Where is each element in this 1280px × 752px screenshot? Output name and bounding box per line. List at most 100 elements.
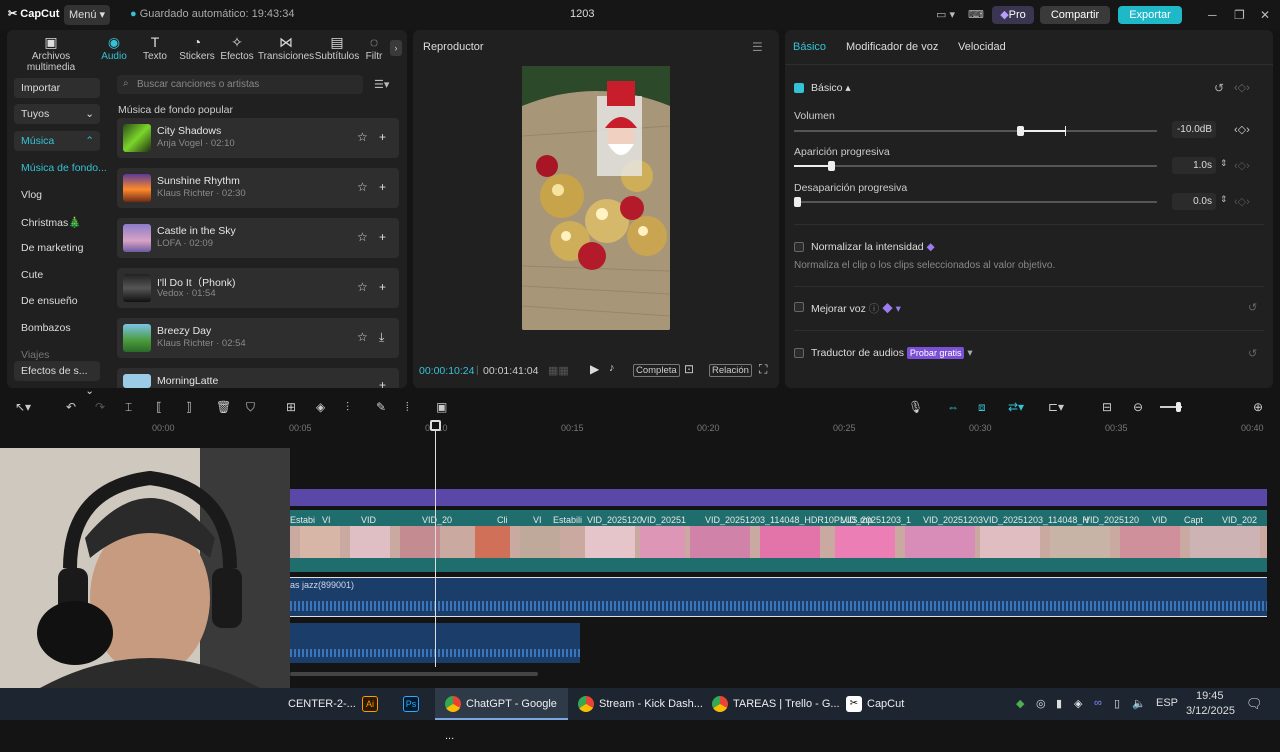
- delete-icon[interactable]: 🗑: [216, 400, 231, 414]
- zoom-in-icon[interactable]: ⊕: [1253, 400, 1263, 414]
- download-icon[interactable]: ⤓: [379, 330, 384, 345]
- fade-in-knob[interactable]: [828, 161, 835, 171]
- export-button[interactable]: Exportar: [1118, 6, 1182, 24]
- crop-icon[interactable]: ⊞: [286, 400, 296, 414]
- layout-icon[interactable]: ▭ ▾: [936, 8, 955, 21]
- preview-axis-icon[interactable]: ⊏▾: [1048, 400, 1064, 414]
- add-icon[interactable]: +: [379, 230, 386, 244]
- stepper-icon[interactable]: ⇕: [1220, 158, 1228, 169]
- video-preview[interactable]: [522, 66, 670, 330]
- shield-icon[interactable]: ⛉: [246, 400, 255, 415]
- select-tool-icon[interactable]: ↖▾: [15, 400, 31, 414]
- notification-icon[interactable]: 🗨: [1246, 696, 1263, 712]
- keyboard-icon[interactable]: ⌨: [968, 8, 984, 21]
- song-item[interactable]: Sunshine Rhythm Klaus Richter · 02:30 ☆ …: [117, 168, 399, 208]
- tab-text[interactable]: T Texto: [131, 34, 179, 62]
- keyframe-icon[interactable]: ‹◇›: [1234, 195, 1250, 208]
- import-button[interactable]: Importar: [14, 78, 100, 98]
- fade-in-value[interactable]: 1.0s: [1172, 157, 1216, 174]
- close-icon[interactable]: ✕: [1260, 8, 1270, 22]
- add-icon[interactable]: +: [379, 180, 386, 194]
- fit-icon[interactable]: ⊟: [1102, 400, 1112, 414]
- volume-slider[interactable]: [794, 126, 1157, 136]
- tab-basic[interactable]: Básico: [793, 41, 826, 53]
- play-icon[interactable]: ▶: [590, 362, 599, 376]
- speaker-icon[interactable]: 🔈: [1132, 697, 1146, 710]
- song-item[interactable]: City Shadows Anja Vogel · 02:10 ☆ +: [117, 118, 399, 158]
- tray-shield-icon[interactable]: ◎: [1036, 697, 1046, 710]
- zoom-knob[interactable]: [1176, 402, 1181, 412]
- sidebar-item-cute[interactable]: Cute: [21, 269, 107, 281]
- effect-track[interactable]: [290, 489, 1267, 506]
- menu-button[interactable]: Menú ▾: [64, 5, 110, 25]
- ratio-button[interactable]: Relación: [709, 364, 752, 377]
- fade-out-value[interactable]: 0.0s: [1172, 193, 1216, 210]
- add-icon[interactable]: +: [379, 280, 386, 294]
- split-right-icon[interactable]: ⟧: [186, 400, 192, 414]
- magnet-icon[interactable]: ⇄▾: [1008, 400, 1024, 414]
- keyframe-icon[interactable]: ‹◇›: [1234, 159, 1250, 172]
- zoom-out-icon[interactable]: ⊖: [1133, 400, 1143, 414]
- adjust-icon[interactable]: ⫶: [346, 400, 349, 415]
- fade-out-slider[interactable]: [794, 197, 1157, 207]
- fade-in-slider[interactable]: [794, 161, 1157, 171]
- sidebar-item-vlog[interactable]: Vlog: [21, 189, 107, 201]
- hamburger-icon[interactable]: ☰: [752, 40, 763, 54]
- taskbar-capcut[interactable]: ✂ CapCut: [846, 688, 904, 720]
- tab-transitions[interactable]: ⋈ Transiciones: [256, 34, 316, 62]
- filter-icon[interactable]: ☰▾: [374, 78, 389, 91]
- playhead[interactable]: [435, 422, 436, 667]
- language-indicator[interactable]: ESP: [1156, 697, 1178, 709]
- sidebar-item-dreamy[interactable]: De ensueño: [21, 295, 107, 307]
- translator-checkbox[interactable]: [794, 348, 804, 358]
- tab-subtitles[interactable]: ▤ Subtítulos: [313, 34, 361, 62]
- mask-icon[interactable]: ◈: [316, 400, 325, 414]
- music-category[interactable]: Música ⌃: [14, 131, 100, 151]
- split-left-icon[interactable]: ⟦: [156, 400, 162, 414]
- share-button[interactable]: Compartir: [1040, 6, 1110, 24]
- split-icon[interactable]: ⌶: [125, 400, 132, 415]
- song-item[interactable]: I'll Do It（Phonk) Vedox · 01:54 ☆ +: [117, 268, 399, 308]
- keyframe-icon[interactable]: ‹◇›: [1234, 81, 1250, 94]
- taskbar-chatgpt[interactable]: ChatGPT - Google ...: [435, 688, 568, 742]
- minimize-icon[interactable]: ─: [1208, 8, 1217, 22]
- song-item[interactable]: Breezy Day Klaus Richter · 02:54 ☆ ⤓: [117, 318, 399, 358]
- sound-effects-category[interactable]: Efectos de s... ⌄: [14, 361, 100, 397]
- zoom-slider[interactable]: [1160, 402, 1182, 412]
- pro-button[interactable]: ◆Pro: [992, 6, 1034, 24]
- tray-app-icon[interactable]: ◆: [1016, 697, 1024, 710]
- playhead-handle[interactable]: [430, 420, 441, 431]
- tray-nvidia-icon[interactable]: ◈: [1074, 697, 1082, 710]
- battery-icon[interactable]: ▯: [1114, 697, 1120, 710]
- volume-value[interactable]: -10.0dB: [1172, 121, 1216, 138]
- tab-speed[interactable]: Velocidad: [958, 41, 1006, 53]
- taskbar-illustrator[interactable]: Ai: [362, 688, 383, 720]
- sidebar-item-travel[interactable]: Viajes: [21, 349, 107, 361]
- microphone-icon[interactable]: 🎙: [908, 400, 923, 414]
- taskbar-item[interactable]: CENTER-2-...: [288, 688, 356, 720]
- song-item[interactable]: MorningLatte +: [117, 368, 399, 388]
- timeline-scrollbar[interactable]: [290, 672, 538, 676]
- fade-out-knob[interactable]: [794, 197, 801, 207]
- redo-icon[interactable]: ↷: [95, 400, 105, 414]
- basic-checkbox[interactable]: [794, 83, 804, 93]
- sidebar-item-background-music[interactable]: Música de fondo...: [21, 162, 107, 174]
- enhance-voice-checkbox[interactable]: [794, 302, 804, 312]
- favorite-icon[interactable]: ☆: [357, 230, 368, 244]
- link-icon[interactable]: ⇔: [947, 400, 959, 414]
- undo-icon[interactable]: ↶: [66, 400, 76, 414]
- tray-meta-icon[interactable]: ∞: [1094, 697, 1102, 709]
- try-free-badge[interactable]: Probar gratis: [906, 347, 965, 359]
- volume-knob[interactable]: [1017, 126, 1024, 136]
- clock-date[interactable]: 3/12/2025: [1186, 705, 1235, 717]
- screenshot-icon[interactable]: ⊡: [684, 362, 694, 376]
- basic-section-label[interactable]: Básico ▴: [811, 82, 851, 94]
- audio-track[interactable]: [290, 577, 1267, 617]
- tab-effects[interactable]: ✧ Efectos: [213, 34, 261, 62]
- tab-voice-changer[interactable]: Modificador de voz: [846, 41, 938, 53]
- clock-time[interactable]: 19:45: [1196, 690, 1224, 702]
- search-input[interactable]: Buscar canciones o artistas: [117, 75, 363, 94]
- favorite-icon[interactable]: ☆: [357, 280, 368, 294]
- reset-icon[interactable]: ↺: [1248, 347, 1257, 360]
- tray-usb-icon[interactable]: ▮: [1056, 697, 1062, 710]
